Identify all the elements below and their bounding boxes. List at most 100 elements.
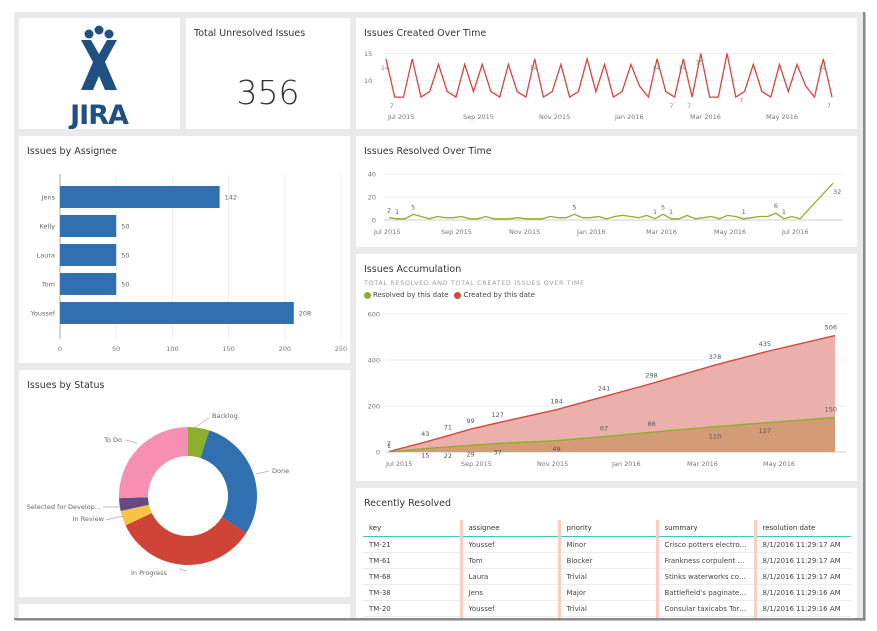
slice-label: Done xyxy=(272,467,289,475)
accumulation-chart-tile[interactable]: Issues Accumulation TOTAL RESOLVED AND T… xyxy=(356,254,857,481)
logo-tile[interactable]: JIRA xyxy=(19,18,180,131)
created-data-label: 241 xyxy=(598,385,610,393)
accumulation-chart: 0200400600243719912718424129837843550611… xyxy=(368,311,846,468)
x-tick-label: Jan 2016 xyxy=(611,460,641,468)
cell-resolution-date: 8/1/2016 11:29:17 AM xyxy=(753,568,851,585)
data-label: 6 xyxy=(774,202,778,210)
x-tick-label: Jul 2015 xyxy=(385,460,412,468)
cell-summary: Consular taxicabs Torranc... xyxy=(655,600,755,617)
x-tick-label: Jan 2016 xyxy=(576,228,606,236)
slice-to-do[interactable] xyxy=(119,427,188,499)
x-tick-label: Jul 2016 xyxy=(781,228,808,236)
x-tick-label: 0 xyxy=(58,345,62,353)
created-data-label: 298 xyxy=(645,371,657,379)
category-label: Laura xyxy=(37,252,55,260)
slice-done[interactable] xyxy=(200,430,257,533)
x-tick-label: Sep 2015 xyxy=(441,228,472,236)
x-tick-label: May 2016 xyxy=(763,460,795,468)
x-tick-label: Nov 2015 xyxy=(537,460,568,468)
created-chart-tile[interactable]: Issues Created Over Time 10 15 14 7 14 14 7 14 7… xyxy=(356,18,857,129)
column-header-summary[interactable]: summary xyxy=(655,520,755,537)
table-row[interactable]: TM-21 Youssef Minor Crisco potters electrod… xyxy=(363,536,851,553)
kpi-tile[interactable]: Total Unresolved Issues 356 xyxy=(186,18,350,129)
resolved-data-label: 37 xyxy=(494,448,502,456)
resolved-data-label: 110 xyxy=(709,433,721,441)
status-chart: Backlog Done In Progress In Review Selected … xyxy=(27,412,289,577)
table-row[interactable]: TM-39YoussefCriticalHowdying comrade pag… xyxy=(363,616,851,618)
cell-resolution-date: 8/1/2016 11:29:16 AM xyxy=(753,584,851,601)
status-chart-tile[interactable]: Issues by Status Backlog Done In Progress I… xyxy=(19,370,350,597)
data-label: 5 xyxy=(572,203,576,211)
column-header-priority[interactable]: priority xyxy=(557,520,657,537)
column-header-key[interactable]: key xyxy=(363,520,461,537)
cell-resolution-date: 8/1/2016 11:29:16 AM xyxy=(753,616,851,618)
x-tick-label: Nov 2015 xyxy=(539,113,570,121)
cell-priority: Trivial xyxy=(557,600,657,617)
cell-summary: Howdying comrade paga... xyxy=(655,616,755,618)
table-row[interactable]: TM-68 Laura Trivial Stinks waterworks contr… xyxy=(363,568,851,585)
data-label: 5 xyxy=(661,203,665,211)
created-data-label: 184 xyxy=(550,398,562,406)
x-tick-label: 50 xyxy=(112,345,120,353)
x-tick-label: May 2016 xyxy=(766,113,798,121)
x-tick-label: Sep 2015 xyxy=(463,113,494,121)
cell-assignee: Jens xyxy=(459,584,559,601)
kpi-value: 356 xyxy=(236,73,300,112)
bar-jens[interactable] xyxy=(60,186,220,208)
cell-priority: Blocker xyxy=(557,552,657,569)
y-tick-label: 20 xyxy=(368,194,376,202)
assignee-chart-tile[interactable]: Issues by Assignee 0 50 100 150 200 250 Jens 14… xyxy=(19,136,350,363)
cell-assignee: Youssef xyxy=(459,616,559,618)
bar-kelly[interactable] xyxy=(60,215,117,237)
x-tick-label: 100 xyxy=(166,345,178,353)
y-tick-label: 15 xyxy=(364,50,372,58)
bar-youssef[interactable] xyxy=(60,302,294,324)
slice-label: To Do xyxy=(103,436,122,444)
cell-priority: Critical xyxy=(557,616,657,618)
cell-assignee: Laura xyxy=(459,568,559,585)
y-tick-label: 200 xyxy=(368,403,380,411)
recently-resolved-tile[interactable]: Recently Resolved key assignee priority … xyxy=(356,488,857,618)
x-tick-label: Jul 2015 xyxy=(373,228,400,236)
table-row[interactable]: TM-61 Tom Blocker Frankness corpulent dark.… xyxy=(363,552,851,569)
data-label: 1 xyxy=(669,208,673,216)
assignee-chart: 0 50 100 150 200 250 Jens 142 Kelly 50 Laura 50 Tom 5… xyxy=(30,174,347,353)
table-row[interactable]: TM-20 Youssef Trivial Consular taxicabs Tor… xyxy=(363,600,851,617)
resolved-data-label: 29 xyxy=(466,450,474,458)
column-header-resolution-date[interactable]: resolution date xyxy=(753,520,851,537)
resolved-data-label: 49 xyxy=(552,445,560,453)
kpi-title: Total Unresolved Issues xyxy=(194,28,306,39)
x-tick-label: Mar 2016 xyxy=(687,460,718,468)
slice-label: Selected for Develop... xyxy=(27,503,101,511)
empty-tile xyxy=(19,604,350,618)
table-row[interactable]: TM-38 Jens Major Battlefield's paginates co… xyxy=(363,584,851,601)
cell-resolution-date: 8/1/2016 11:29:17 AM xyxy=(753,552,851,569)
y-tick-label: 0 xyxy=(372,217,376,225)
x-tick-label: 250 xyxy=(335,345,347,353)
created-series-line xyxy=(385,53,833,99)
slice-label: Backlog xyxy=(212,412,238,420)
slice-label: In Review xyxy=(73,515,105,523)
y-tick-label: 0 xyxy=(376,449,380,457)
bar-tom[interactable] xyxy=(60,273,117,295)
cell-key: TM-39 xyxy=(363,616,461,618)
data-label: 7 xyxy=(827,103,831,110)
leader-line xyxy=(125,439,138,444)
cell-key: TM-21 xyxy=(363,536,461,553)
resolved-chart-tile[interactable]: Issues Resolved Over Time 0 20 40 2 1 5 5 1 5 1 1 6… xyxy=(356,136,857,247)
data-label: 7 xyxy=(670,103,674,110)
x-tick-label: Nov 2015 xyxy=(509,228,540,236)
y-tick-label: 40 xyxy=(368,171,376,179)
cell-summary: Crisco potters electrode r... xyxy=(655,536,755,553)
created-data-label: 71 xyxy=(444,424,452,432)
data-label: 1 xyxy=(742,208,746,216)
category-label: Jens xyxy=(41,194,56,202)
table-header-row: key assignee priority summary resolution… xyxy=(363,520,851,537)
x-tick-label: Sep 2015 xyxy=(461,460,492,468)
cell-priority: Major xyxy=(557,584,657,601)
resolved-data-label: 67 xyxy=(600,425,608,433)
data-label: 32 xyxy=(833,188,841,196)
column-header-assignee[interactable]: assignee xyxy=(459,520,559,537)
y-tick-label: 400 xyxy=(368,357,380,365)
bar-laura[interactable] xyxy=(60,244,117,266)
